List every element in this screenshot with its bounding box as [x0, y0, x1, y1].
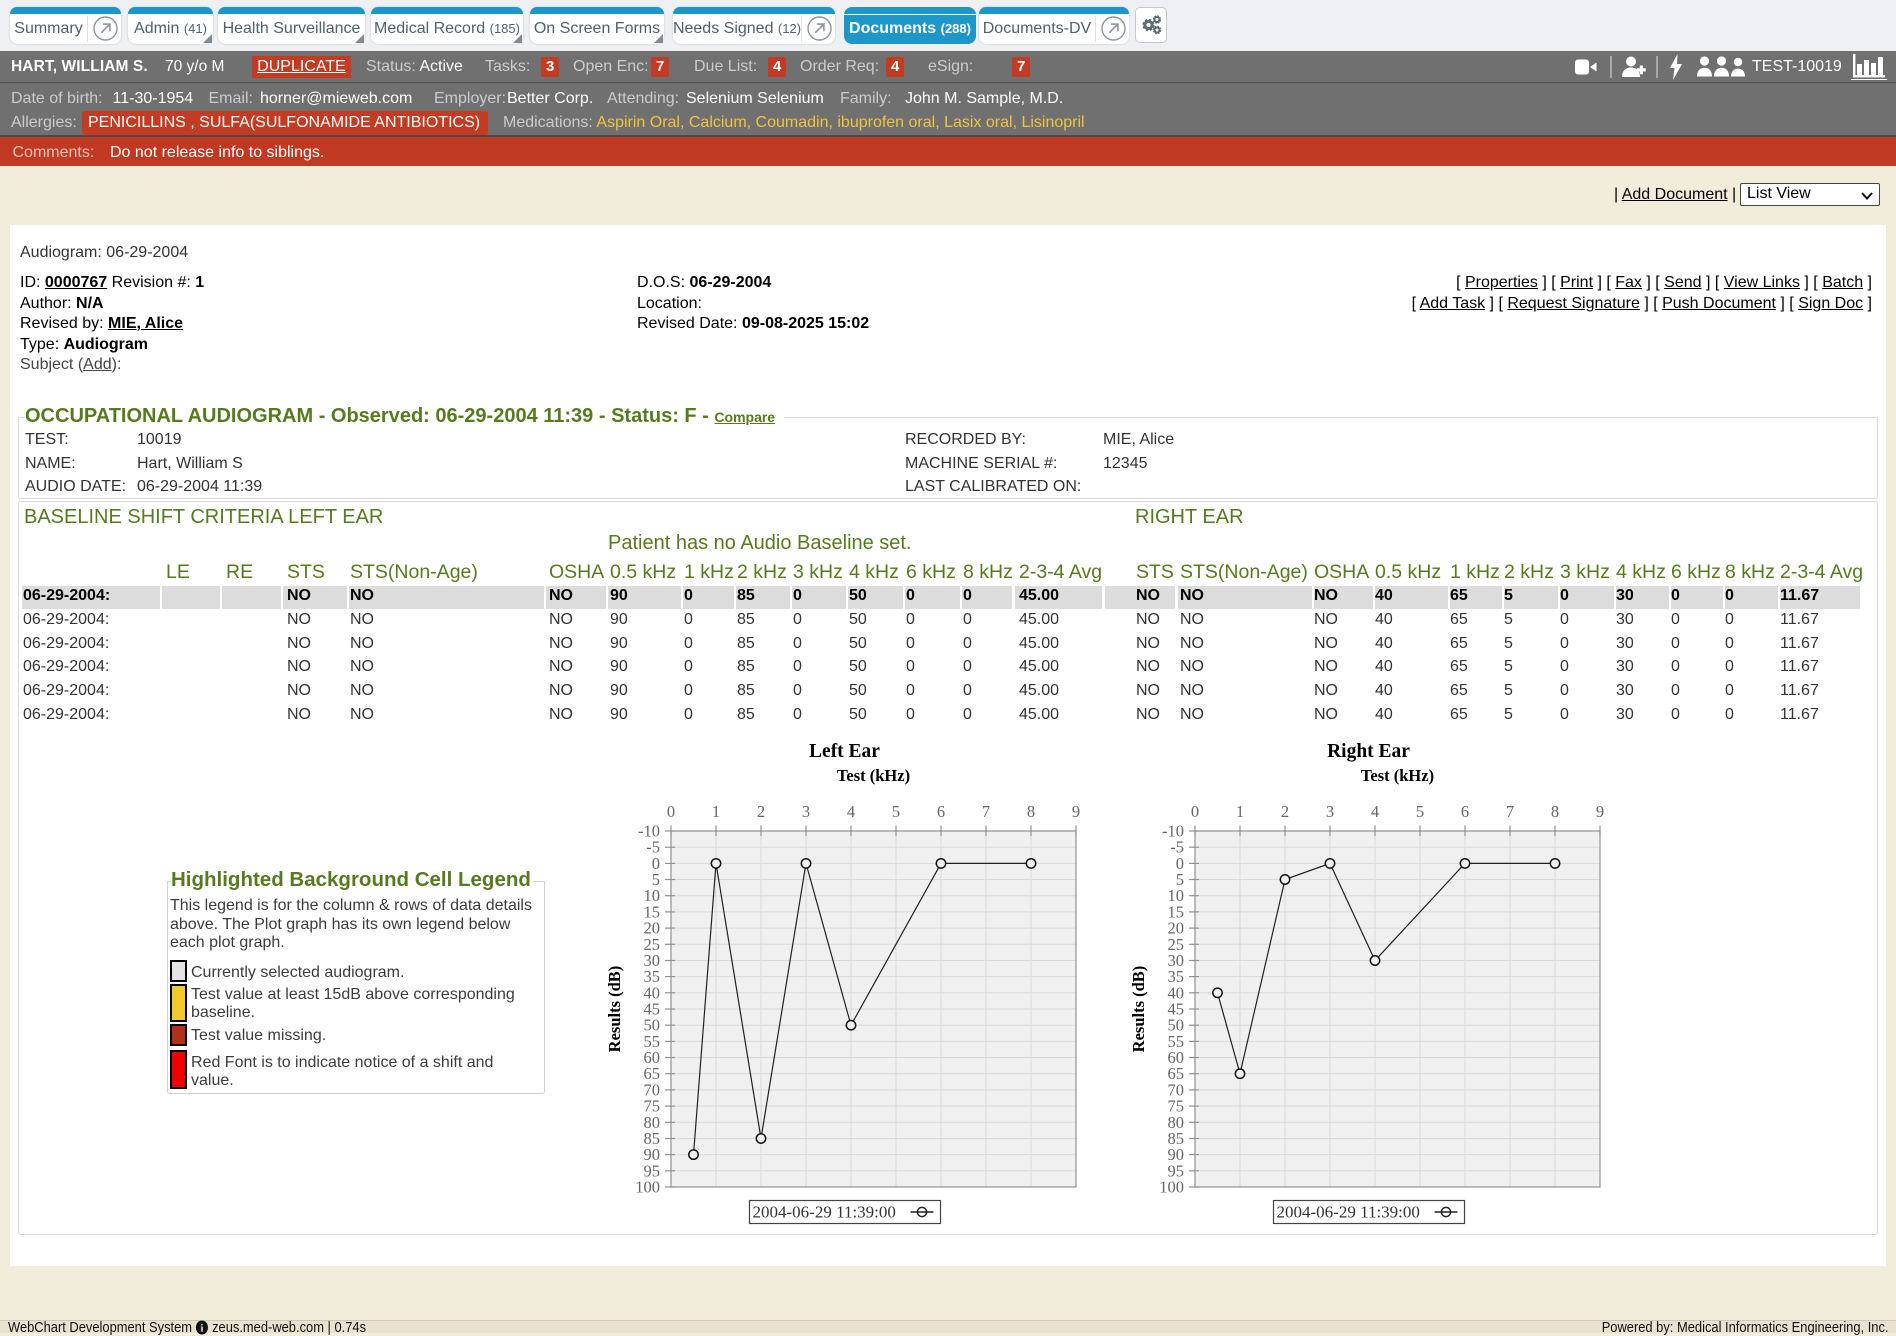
svg-text:5: 5 — [892, 802, 900, 821]
svg-text:0: 0 — [1191, 802, 1199, 821]
svg-text:2004-06-29 11:39:00: 2004-06-29 11:39:00 — [753, 1203, 896, 1222]
svg-text:Test (kHz): Test (kHz) — [1361, 766, 1434, 785]
svg-text:1: 1 — [712, 802, 720, 821]
svg-text:9: 9 — [1072, 802, 1080, 821]
svg-text:0: 0 — [667, 802, 675, 821]
svg-text:7: 7 — [1506, 802, 1514, 821]
svg-text:3: 3 — [802, 802, 810, 821]
svg-text:2004-06-29 11:39:00: 2004-06-29 11:39:00 — [1277, 1203, 1420, 1222]
svg-text:3: 3 — [1326, 802, 1334, 821]
svg-text:Test (kHz): Test (kHz) — [837, 766, 910, 785]
svg-text:5: 5 — [1416, 802, 1424, 821]
svg-text:8: 8 — [1027, 802, 1035, 821]
svg-text:4: 4 — [1371, 802, 1379, 821]
svg-text:4: 4 — [847, 802, 855, 821]
svg-text:Results (dB): Results (dB) — [605, 966, 624, 1053]
svg-text:7: 7 — [982, 802, 990, 821]
svg-text:1: 1 — [1236, 802, 1244, 821]
svg-text:6: 6 — [937, 802, 945, 821]
svg-text:Results (dB): Results (dB) — [1129, 966, 1148, 1053]
svg-text:i: i — [201, 1323, 204, 1335]
svg-text:2: 2 — [757, 802, 765, 821]
svg-text:6: 6 — [1461, 802, 1469, 821]
svg-text:Left Ear: Left Ear — [809, 741, 880, 762]
svg-text:8: 8 — [1551, 802, 1559, 821]
svg-text:2: 2 — [1281, 802, 1289, 821]
svg-text:100: 100 — [635, 1178, 660, 1197]
svg-text:9: 9 — [1596, 802, 1604, 821]
svg-text:Right Ear: Right Ear — [1327, 741, 1410, 762]
svg-text:100: 100 — [1159, 1178, 1184, 1197]
